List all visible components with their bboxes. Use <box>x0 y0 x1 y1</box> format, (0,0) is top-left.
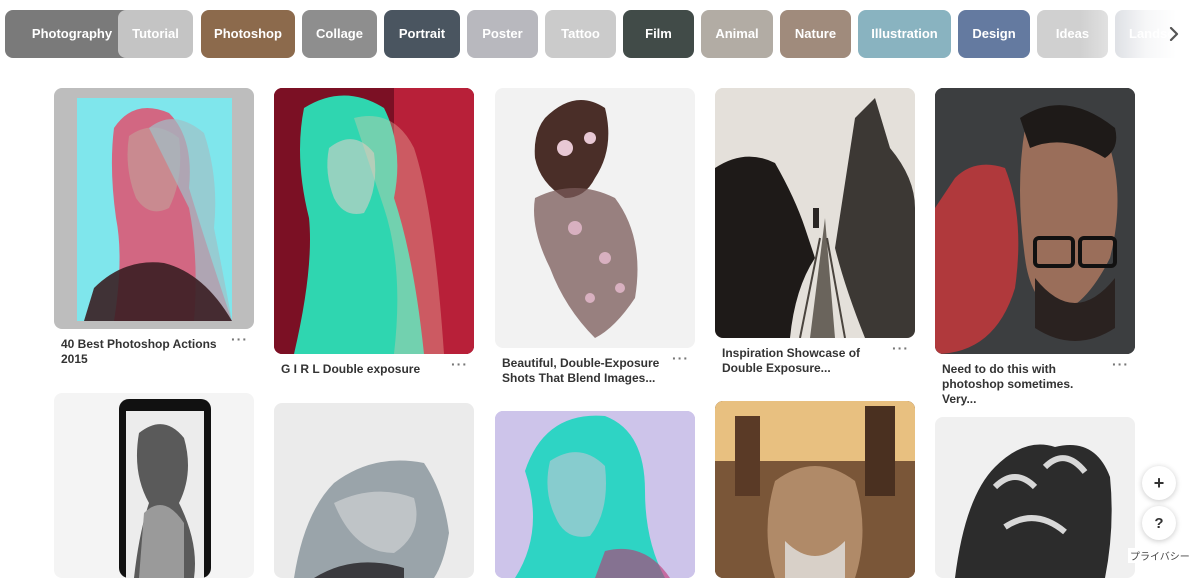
pin-card[interactable]: Beautiful, Double-Exposure Shots That Bl… <box>495 88 695 386</box>
pin-title[interactable]: 40 Best Photoshop Actions 2015 <box>61 337 226 367</box>
pin-meta: Need to do this with photoshop sometimes… <box>935 354 1135 407</box>
pin-image[interactable] <box>274 88 474 354</box>
pin-meta: Inspiration Showcase of Double Exposure.… <box>715 338 915 376</box>
pin-more-button[interactable]: ··· <box>1112 357 1129 371</box>
category-chip-tattoo[interactable]: Tattoo <box>545 10 616 58</box>
pin-image[interactable] <box>54 88 254 329</box>
pin-more-button[interactable]: ··· <box>231 332 248 346</box>
category-chip-film[interactable]: Film <box>623 10 694 58</box>
pin-card[interactable] <box>495 411 695 578</box>
pin-title[interactable]: Inspiration Showcase of Double Exposure.… <box>722 346 887 376</box>
pin-image-art <box>495 411 695 578</box>
pin-image-art <box>955 444 1112 578</box>
chevron-right-icon <box>1169 27 1179 41</box>
pin-card[interactable] <box>715 401 915 578</box>
category-chip-poster[interactable]: Poster <box>467 10 538 58</box>
category-chip-portrait[interactable]: Portrait <box>384 10 460 58</box>
privacy-link[interactable]: プライバシー <box>1128 548 1192 563</box>
pin-image[interactable] <box>715 401 915 578</box>
pin-title[interactable]: Beautiful, Double-Exposure Shots That Bl… <box>502 356 667 386</box>
pin-card[interactable]: G I R L Double exposure ··· <box>274 88 474 377</box>
pin-more-button[interactable]: ··· <box>672 351 689 365</box>
pin-more-button[interactable]: ··· <box>892 341 909 355</box>
category-chip-design[interactable]: Design <box>958 10 1030 58</box>
pin-image[interactable] <box>935 88 1135 354</box>
pin-meta: 40 Best Photoshop Actions 2015 ··· <box>54 329 254 367</box>
pin-card[interactable]: Need to do this with photoshop sometimes… <box>935 88 1135 407</box>
help-button[interactable]: ? <box>1142 506 1176 540</box>
add-button[interactable]: + <box>1142 466 1176 500</box>
pin-image-art <box>935 88 1135 354</box>
category-chip-nature[interactable]: Nature <box>780 10 851 58</box>
pin-image[interactable] <box>495 88 695 348</box>
pin-card[interactable]: 40 Best Photoshop Actions 2015 ··· <box>54 88 254 367</box>
category-bar: Photography Tutorial Photoshop Collage P… <box>0 0 1200 70</box>
category-chip-animal[interactable]: Animal <box>701 10 773 58</box>
category-chip-collage[interactable]: Collage <box>302 10 377 58</box>
pin-meta: G I R L Double exposure ··· <box>274 354 474 377</box>
pin-card[interactable] <box>935 417 1135 578</box>
pin-image[interactable] <box>715 88 915 338</box>
chip-bar-next-button[interactable] <box>1160 20 1188 48</box>
pin-card[interactable] <box>274 403 474 578</box>
category-chip-photoshop[interactable]: Photoshop <box>201 10 295 58</box>
pin-image-art <box>77 98 232 321</box>
pin-image[interactable] <box>54 393 254 578</box>
pin-card[interactable] <box>54 393 254 578</box>
pin-image[interactable] <box>274 403 474 578</box>
category-chip-tutorial[interactable]: Tutorial <box>118 10 193 58</box>
pin-image-art <box>294 460 449 578</box>
pin-meta: Beautiful, Double-Exposure Shots That Bl… <box>495 348 695 386</box>
pin-more-button[interactable]: ··· <box>451 357 468 371</box>
pin-image[interactable] <box>935 417 1135 578</box>
pin-image-art <box>715 401 915 578</box>
category-chip-ideas[interactable]: Ideas <box>1037 10 1108 58</box>
pin-image-art <box>119 399 211 578</box>
pin-image-art <box>534 100 638 338</box>
pin-title[interactable]: G I R L Double exposure <box>281 362 446 377</box>
pin-image-art <box>715 88 915 338</box>
pin-image[interactable] <box>495 411 695 578</box>
category-chip-illustration[interactable]: Illustration <box>858 10 951 58</box>
pin-title[interactable]: Need to do this with photoshop sometimes… <box>942 362 1107 407</box>
pin-card[interactable]: Inspiration Showcase of Double Exposure.… <box>715 88 915 376</box>
pin-image-art <box>274 88 474 354</box>
